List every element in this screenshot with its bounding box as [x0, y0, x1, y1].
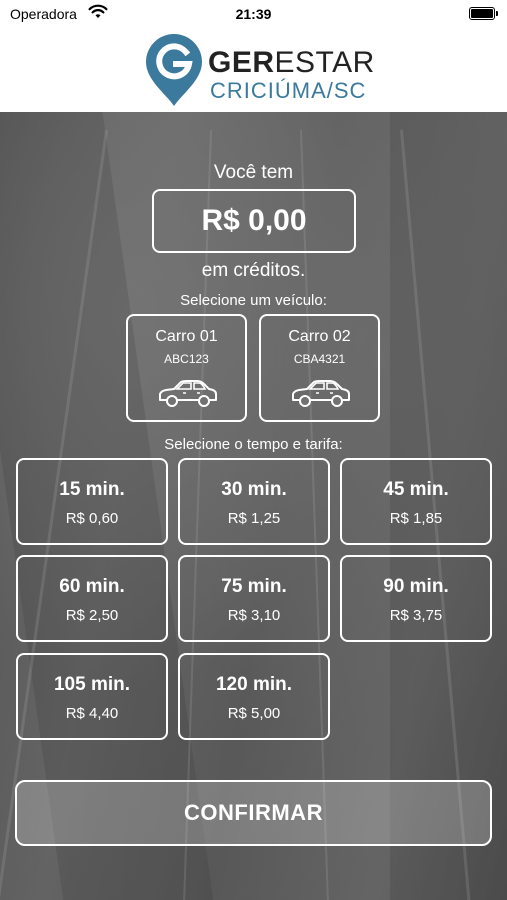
- tariff-option[interactable]: 90 min. R$ 3,75: [340, 555, 492, 642]
- tariff-price: R$ 4,40: [65, 705, 119, 722]
- vehicle-name: Carro 01: [155, 328, 218, 345]
- logo-word-bold: GER: [208, 46, 275, 79]
- tariff-minutes: 75 min.: [221, 576, 287, 597]
- tariff-price: R$ 1,85: [389, 510, 443, 527]
- battery-icon: [469, 7, 498, 20]
- tariff-minutes: 120 min.: [215, 674, 293, 695]
- credits-amount: R$ 0,00: [152, 189, 356, 253]
- credits-suffix: em créditos.: [201, 260, 306, 281]
- tariff-price: R$ 0,60: [65, 510, 119, 527]
- tariff-price: R$ 3,75: [389, 607, 443, 624]
- car-icon: [292, 380, 350, 407]
- confirm-button[interactable]: CONFIRMAR: [15, 780, 492, 846]
- tariff-minutes: 30 min.: [221, 479, 287, 500]
- tariff-minutes: 105 min.: [53, 674, 131, 695]
- tariff-option[interactable]: 105 min. R$ 4,40: [16, 653, 168, 740]
- tariff-option[interactable]: 45 min. R$ 1,85: [340, 458, 492, 545]
- app-header: GERESTAR CRICIÚMA/SC: [0, 28, 507, 112]
- credits-intro: Você tem: [213, 162, 294, 183]
- vehicle-card[interactable]: Carro 02 CBA4321: [259, 314, 380, 422]
- status-bar: Operadora 21:39: [0, 0, 507, 28]
- tariff-minutes: 60 min.: [59, 576, 125, 597]
- tariff-option[interactable]: 60 min. R$ 2,50: [16, 555, 168, 642]
- gerestar-logo: GERESTAR CRICIÚMA/SC: [142, 32, 375, 108]
- tariff-minutes: 90 min.: [383, 576, 449, 597]
- vehicle-section-label: Selecione um veículo:: [180, 292, 327, 309]
- tariff-option[interactable]: 75 min. R$ 3,10: [178, 555, 330, 642]
- back-button[interactable]: [12, 50, 46, 90]
- vehicle-plate: ABC123: [164, 352, 209, 366]
- vehicle-plate: CBA4321: [293, 352, 346, 366]
- logo-word-rest: ESTAR: [274, 46, 375, 79]
- vehicle-name: Carro 02: [288, 328, 351, 345]
- clock: 21:39: [235, 6, 272, 22]
- tariff-price: R$ 1,25: [227, 510, 281, 527]
- logo-city: CRICIÚMA/SC: [210, 78, 367, 103]
- tariff-option[interactable]: 30 min. R$ 1,25: [178, 458, 330, 545]
- car-icon: [159, 380, 217, 407]
- tariff-minutes: 45 min.: [383, 479, 449, 500]
- tariff-minutes: 15 min.: [59, 479, 125, 500]
- tariff-price: R$ 3,10: [227, 607, 281, 624]
- tariff-option[interactable]: 15 min. R$ 0,60: [16, 458, 168, 545]
- location-pin-logo-icon: [146, 34, 202, 106]
- logo-wordmark: GERESTAR: [208, 46, 375, 80]
- chevron-left-icon: [19, 54, 39, 87]
- vehicle-card[interactable]: Carro 01 ABC123: [126, 314, 247, 422]
- tariff-price: R$ 5,00: [227, 705, 281, 722]
- tariff-price: R$ 2,50: [65, 607, 119, 624]
- tariff-section-label: Selecione o tempo e tarifa:: [164, 436, 343, 453]
- tariff-option[interactable]: 120 min. R$ 5,00: [178, 653, 330, 740]
